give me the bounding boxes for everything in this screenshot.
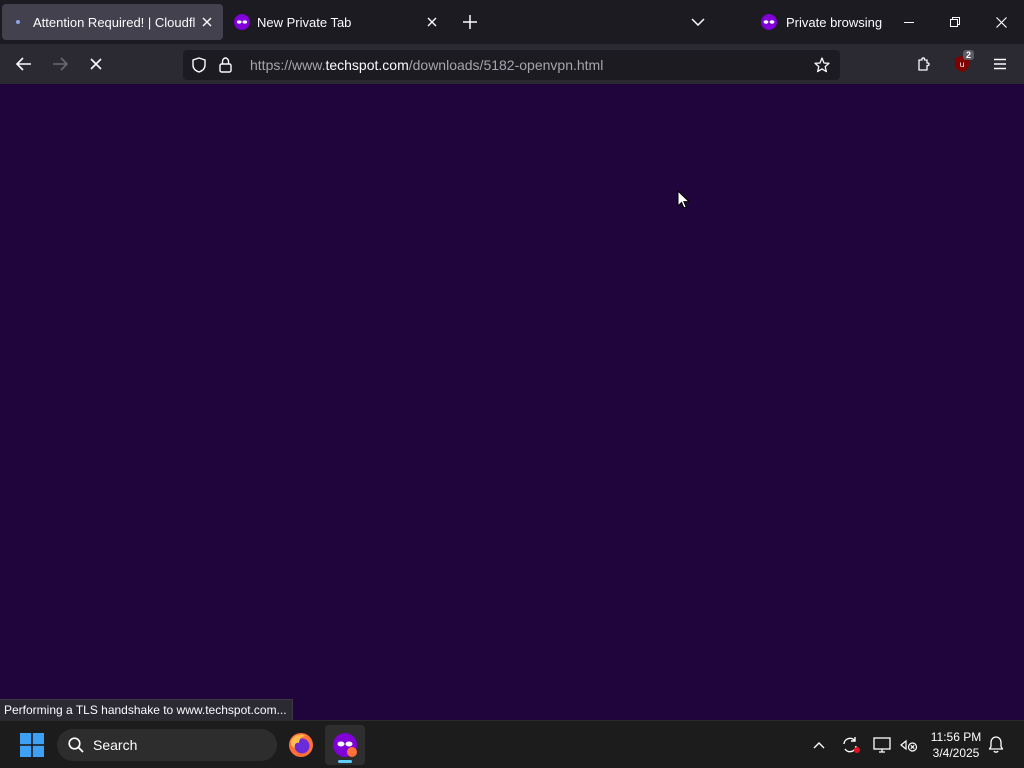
- mouse-pointer-icon: [677, 190, 691, 209]
- system-clock[interactable]: 11:56 PM 3/4/2025: [926, 729, 986, 761]
- url-host: techspot.com: [325, 57, 409, 73]
- start-button[interactable]: [14, 729, 50, 761]
- search-placeholder: Search: [93, 737, 138, 753]
- back-button[interactable]: [8, 48, 40, 80]
- tab-title: Attention Required! | Cloudflare: [33, 14, 195, 30]
- taskbar-search[interactable]: Search: [57, 729, 277, 761]
- minimize-button[interactable]: [886, 0, 932, 44]
- close-window-button[interactable]: [978, 0, 1024, 44]
- bell-icon: [988, 736, 1004, 753]
- navigation-toolbar: https://www.techspot.com/downloads/5182-…: [0, 44, 1024, 84]
- tab-title: New Private Tab: [257, 14, 352, 30]
- network-tray-icon[interactable]: [895, 731, 923, 759]
- forward-button[interactable]: [44, 48, 76, 80]
- arrow-left-icon: [16, 57, 31, 71]
- chevron-up-icon: [813, 742, 825, 749]
- restore-button[interactable]: [932, 0, 978, 44]
- private-mask-icon: [234, 14, 250, 30]
- tab-strip: Attention Required! | Cloudflare New Pri…: [0, 0, 1024, 44]
- display-tray-icon[interactable]: [868, 731, 896, 759]
- hamburger-menu-icon: [994, 58, 1006, 70]
- windows-logo-icon: [20, 733, 44, 757]
- extensions-button[interactable]: [908, 48, 940, 80]
- bookmark-star-button[interactable]: [810, 53, 834, 77]
- private-browsing-label: Private browsing: [786, 14, 883, 30]
- plus-icon: [463, 15, 477, 29]
- search-icon: [68, 737, 84, 753]
- page-content[interactable]: Performing a TLS handshake to www.techsp…: [0, 84, 1024, 720]
- stop-loading-button[interactable]: [80, 48, 112, 80]
- app-menu-button[interactable]: [984, 48, 1016, 80]
- tracking-protection-shield-icon[interactable]: [189, 57, 209, 73]
- network-disconnected-icon: [900, 739, 918, 752]
- url-text[interactable]: https://www.techspot.com/downloads/5182-…: [250, 57, 603, 73]
- clock-date: 3/4/2025: [932, 746, 980, 760]
- tab-cloudflare[interactable]: Attention Required! | Cloudflare: [2, 4, 223, 40]
- new-tab-button[interactable]: [456, 8, 484, 36]
- puzzle-piece-icon: [918, 57, 930, 71]
- monitor-icon: [873, 737, 891, 753]
- stop-icon: [90, 58, 102, 70]
- taskbar-firefox[interactable]: [281, 725, 321, 765]
- sync-icon: [843, 737, 860, 753]
- running-indicator: [338, 760, 352, 763]
- loading-dot-icon: [10, 14, 26, 30]
- ublock-origin-button[interactable]: u 2: [946, 48, 978, 80]
- close-icon: [995, 16, 1007, 28]
- blocked-count-badge: 2: [963, 50, 975, 60]
- url-path: /downloads/5182-openvpn.html: [408, 57, 604, 73]
- tab-new-private[interactable]: New Private Tab: [226, 4, 448, 40]
- show-hidden-icons-button[interactable]: [805, 731, 833, 759]
- star-icon: [814, 57, 830, 73]
- list-all-tabs-button[interactable]: [684, 8, 712, 36]
- firefox-icon: [289, 733, 313, 757]
- svg-text:u: u: [959, 60, 964, 69]
- clock-time: 11:56 PM: [930, 730, 982, 744]
- minimize-icon: [904, 21, 914, 23]
- private-mask-icon: [761, 14, 777, 30]
- close-tab-icon[interactable]: [195, 10, 219, 34]
- private-browsing-indicator: Private browsing: [760, 8, 882, 36]
- arrow-right-icon: [53, 57, 68, 71]
- restore-icon: [950, 17, 960, 27]
- chevron-down-icon: [691, 18, 705, 26]
- taskbar: Search 11:56 PM 3/4/2025: [0, 720, 1024, 768]
- lock-icon[interactable]: [217, 57, 233, 73]
- status-panel: Performing a TLS handshake to www.techsp…: [0, 699, 293, 720]
- close-tab-icon[interactable]: [420, 10, 444, 34]
- address-bar[interactable]: https://www.techspot.com/downloads/5182-…: [183, 50, 840, 80]
- notifications-button[interactable]: [982, 731, 1010, 759]
- taskbar-firefox-private[interactable]: [325, 725, 365, 765]
- sync-status-tray-icon[interactable]: [837, 731, 865, 759]
- private-browsing-icon: [333, 733, 357, 757]
- url-scheme: https://www.: [250, 57, 326, 73]
